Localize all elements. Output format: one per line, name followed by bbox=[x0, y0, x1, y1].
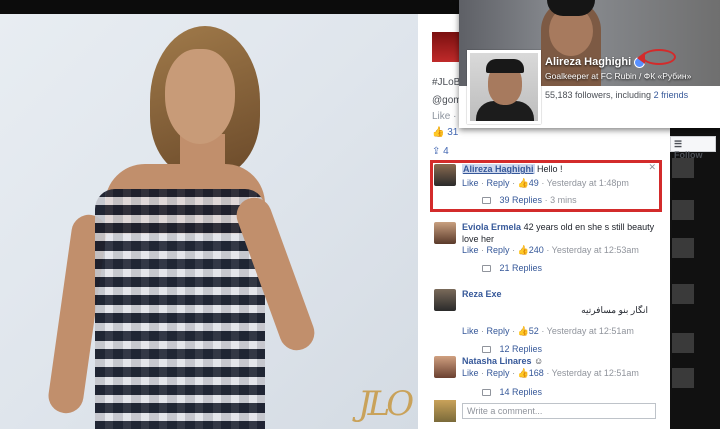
sidebar-thumb[interactable] bbox=[672, 238, 694, 258]
commenter-avatar[interactable] bbox=[434, 356, 456, 378]
profile-subtitle: Goalkeeper at FC Rubin / ФК «Рубин» bbox=[545, 71, 692, 81]
comment-actions: Like · Reply · 👍52 · Yesterday at 12:51a… bbox=[462, 326, 634, 336]
comment-actions: Like · Reply · 👍240 · Yesterday at 12:53… bbox=[462, 245, 639, 255]
reply-bubble-icon bbox=[482, 265, 491, 273]
follow-icon: ☰ bbox=[674, 139, 683, 149]
replies-link[interactable]: 14 Replies bbox=[482, 387, 542, 397]
thumbs-up-icon: 👍 bbox=[432, 127, 445, 138]
share-count[interactable]: ⇪ 4 bbox=[432, 146, 449, 157]
replies-link[interactable]: 21 Replies bbox=[482, 263, 542, 273]
profile-hair bbox=[486, 59, 524, 73]
comment-time[interactable]: Yesterday at 12:51am bbox=[552, 368, 639, 378]
comment-time[interactable]: Yesterday at 12:51am bbox=[547, 326, 634, 336]
share-icon: ⇪ bbox=[432, 146, 441, 157]
comment-text: انگار بنو مسافرتیه bbox=[581, 305, 648, 315]
post-photo[interactable]: JLO bbox=[0, 14, 418, 429]
thumbs-up-icon: 👍 bbox=[517, 245, 529, 255]
comment-like-count[interactable]: 168 bbox=[529, 368, 544, 378]
comment-reply-link[interactable]: Reply bbox=[487, 368, 510, 378]
comment-item: Reza Exe انگار بنو مسافرتیه Like · Reply… bbox=[430, 285, 662, 354]
comment-like-count[interactable]: 52 bbox=[529, 326, 539, 336]
comment-body: Eviola Ermela 42 years old en she s stil… bbox=[462, 221, 658, 245]
highlight-box bbox=[430, 160, 662, 212]
photo-face bbox=[165, 49, 235, 144]
comment-item: Eviola Ermela 42 years old en she s stil… bbox=[430, 218, 662, 276]
comment-like-link[interactable]: Like bbox=[462, 326, 479, 336]
comment-like-link[interactable]: Like bbox=[462, 368, 479, 378]
like-link[interactable]: Like bbox=[432, 111, 450, 122]
profile-picture[interactable] bbox=[467, 50, 541, 124]
profile-name[interactable]: Alireza Haghighi bbox=[545, 56, 631, 68]
share-count-value: 4 bbox=[443, 146, 449, 157]
annotation-circle bbox=[642, 49, 676, 65]
write-comment-input[interactable]: Write a comment... bbox=[462, 403, 656, 419]
comment-time[interactable]: Yesterday at 12:53am bbox=[552, 245, 639, 255]
profile-name-row: Alireza Haghighi bbox=[545, 56, 646, 68]
sidebar-thumb[interactable] bbox=[672, 158, 694, 178]
sidebar-thumb[interactable] bbox=[672, 284, 694, 304]
like-count-value: 31 bbox=[447, 127, 459, 138]
sidebar-thumb[interactable] bbox=[672, 333, 694, 353]
follow-button[interactable]: ☰ Follow bbox=[670, 136, 716, 160]
commenter-avatar[interactable] bbox=[434, 222, 456, 244]
commenter-avatar[interactable] bbox=[434, 289, 456, 311]
right-sidebar bbox=[670, 128, 720, 429]
commenter-name[interactable]: Eviola Ermela bbox=[462, 222, 521, 232]
smile-emoji-icon: ☺ bbox=[534, 356, 544, 366]
comment-like-count[interactable]: 240 bbox=[529, 245, 544, 255]
sidebar-thumb[interactable] bbox=[672, 200, 694, 220]
comment-item: Natasha Linares ☺ Like · Reply · 👍168 · … bbox=[430, 352, 662, 402]
comment-body: Reza Exe انگار بنو مسافرتیه bbox=[462, 288, 658, 316]
replies-count[interactable]: 21 Replies bbox=[500, 263, 543, 273]
comment-reply-link[interactable]: Reply bbox=[487, 326, 510, 336]
annotation-arrow-icon bbox=[637, 52, 645, 64]
commenter-name[interactable]: Natasha Linares bbox=[462, 356, 532, 366]
profile-followers: 55,183 followers, including 2 friends bbox=[545, 90, 688, 100]
comment-reply-link[interactable]: Reply bbox=[487, 245, 510, 255]
current-user-avatar bbox=[434, 400, 456, 422]
reply-bubble-icon bbox=[482, 389, 491, 397]
comment-actions: Like · Reply · 👍168 · Yesterday at 12:51… bbox=[462, 368, 639, 378]
thumbs-up-icon: 👍 bbox=[517, 326, 529, 336]
sidebar-thumb[interactable] bbox=[672, 368, 694, 388]
follow-label: Follow bbox=[674, 150, 703, 160]
commenter-name[interactable]: Reza Exe bbox=[462, 288, 658, 300]
replies-count[interactable]: 14 Replies bbox=[500, 387, 543, 397]
followers-text: 55,183 followers, including bbox=[545, 90, 652, 100]
page-avatar[interactable] bbox=[432, 32, 460, 62]
comment-like-link[interactable]: Like bbox=[462, 245, 479, 255]
thumbs-up-icon: 👍 bbox=[517, 368, 529, 378]
jlo-logo: JLO bbox=[358, 384, 414, 424]
friends-link[interactable]: 2 friends bbox=[654, 90, 689, 100]
comment-body: Natasha Linares ☺ bbox=[462, 355, 658, 367]
profile-hovercard: Alireza Haghighi Goalkeeper at FC Rubin … bbox=[459, 0, 720, 128]
like-count[interactable]: 👍 31 bbox=[432, 127, 458, 138]
